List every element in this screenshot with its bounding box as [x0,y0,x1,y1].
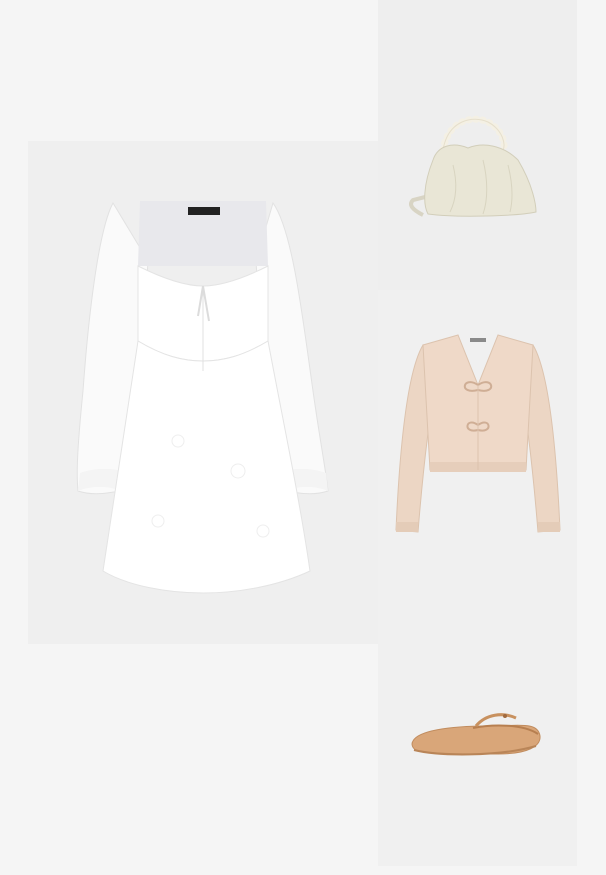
white-lace-dress-image [76,201,329,594]
tan-flats-image [411,713,541,756]
cream-bag-image [409,115,537,217]
dress-product-tile[interactable] [28,141,378,644]
flats-product-tile[interactable] [378,576,577,866]
bag-product-tile[interactable] [378,0,577,290]
beige-cardigan-image [395,334,561,533]
cardigan-product-tile[interactable] [378,290,577,576]
